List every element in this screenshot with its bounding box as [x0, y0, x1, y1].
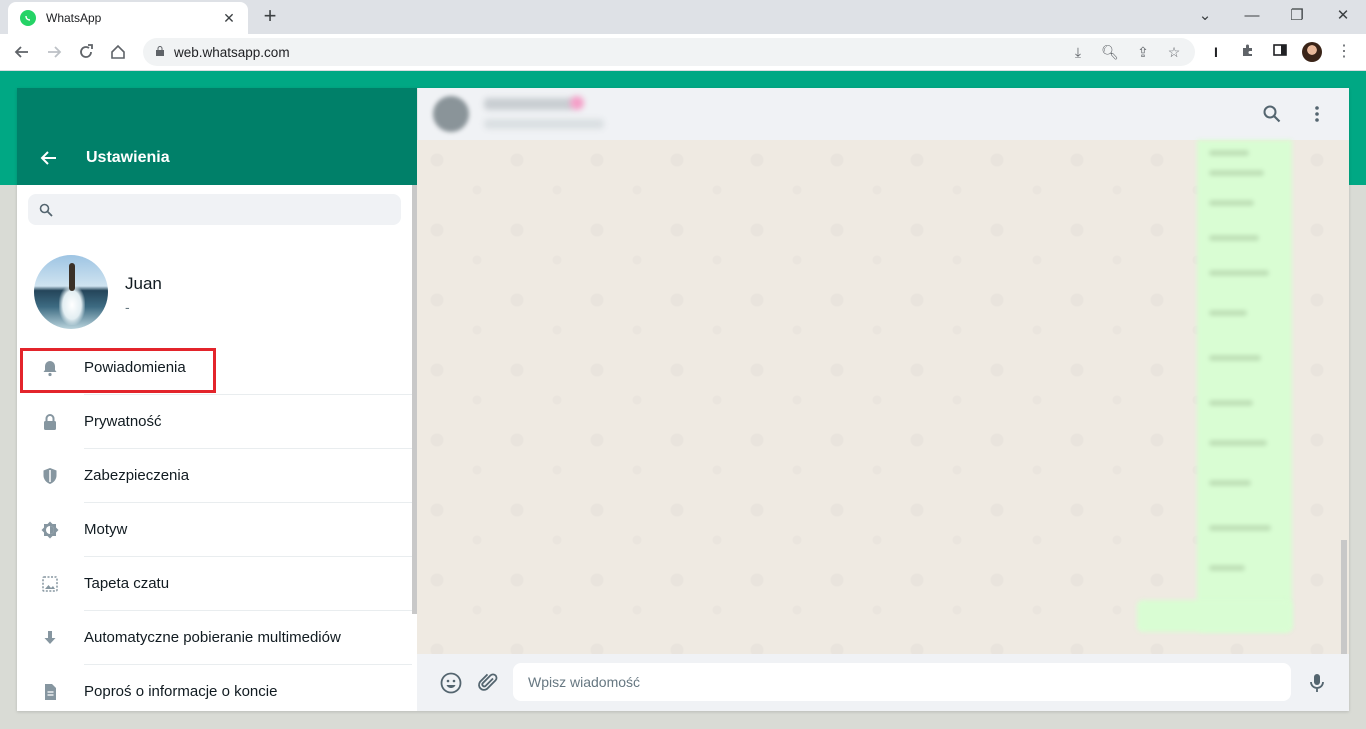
home-icon[interactable] — [106, 40, 130, 64]
reload-icon[interactable] — [74, 40, 98, 64]
back-icon[interactable] — [10, 40, 34, 64]
bookmark-star-icon[interactable]: ☆ — [1165, 43, 1183, 61]
profile-avatar[interactable] — [1302, 42, 1322, 62]
install-app-icon[interactable]: ⤓ — [1069, 43, 1087, 61]
document-icon — [45, 684, 56, 700]
whatsapp-app: Ustawienia Juan - Powiadomienia Prywatno… — [17, 88, 1349, 711]
browser-tab-bar: WhatsApp ✕ + ⌄ — ❐ ✕ — [0, 0, 1366, 34]
settings-item-privacy[interactable]: Prywatność — [17, 395, 412, 449]
settings-item-label: Tapeta czatu — [84, 575, 170, 592]
search-icon — [39, 203, 53, 217]
lock-icon — [44, 414, 56, 430]
settings-panel: Ustawienia Juan - Powiadomienia Prywatno… — [17, 88, 417, 711]
profile-name: Juan — [125, 274, 162, 293]
share-icon[interactable]: ⇪ — [1134, 43, 1152, 61]
address-bar[interactable]: web.whatsapp.com ⤓ 🔍︎ ⇪ ☆ — [143, 38, 1195, 66]
settings-item-account-info[interactable]: Poproś o informacje o koncie — [17, 665, 412, 711]
tab-title: WhatsApp — [46, 11, 102, 25]
theme-icon — [41, 521, 59, 539]
attach-icon[interactable] — [476, 671, 500, 695]
message-input[interactable] — [513, 663, 1291, 701]
settings-item-label: Motyw — [84, 521, 128, 538]
search-icon[interactable] — [1262, 104, 1282, 124]
lock-icon — [156, 46, 164, 56]
browser-tab-whatsapp[interactable]: WhatsApp ✕ — [8, 2, 248, 34]
contact-name-blurred — [484, 98, 574, 110]
extensions-puzzle-icon[interactable] — [1238, 42, 1258, 62]
settings-item-label: Zabezpieczenia — [84, 467, 190, 484]
restore-button[interactable]: ❐ — [1285, 5, 1309, 27]
zoom-icon[interactable]: 🔍︎ — [1101, 43, 1119, 61]
settings-item-wallpaper[interactable]: Tapeta czatu — [17, 557, 412, 611]
settings-title: Ustawienia — [86, 149, 170, 166]
contact-status-blurred — [484, 119, 604, 129]
close-window-button[interactable]: ✕ — [1331, 5, 1355, 27]
settings-item-media-download[interactable]: Automatyczne pobieranie multimediów — [17, 611, 412, 665]
browser-toolbar: web.whatsapp.com ⤓ 🔍︎ ⇪ ☆ I ⋮ — [0, 34, 1366, 71]
conversation-header[interactable] — [417, 88, 1349, 140]
heart-emoji-icon — [570, 96, 584, 110]
download-icon — [44, 631, 56, 644]
shield-icon — [43, 468, 57, 484]
back-arrow-icon[interactable] — [39, 148, 59, 168]
tab-close-icon[interactable]: ✕ — [220, 10, 238, 27]
settings-item-label: Poproś o informacje o koncie — [84, 683, 278, 700]
message-bubble-blurred — [1197, 140, 1292, 632]
menu-dots-icon[interactable] — [1307, 104, 1327, 124]
settings-header: Ustawienia — [17, 88, 417, 185]
settings-item-label: Automatyczne pobieranie multimediów — [84, 629, 341, 646]
chat-area — [417, 140, 1349, 705]
message-composer — [417, 654, 1349, 711]
settings-search[interactable] — [28, 194, 401, 225]
microphone-icon[interactable] — [1305, 671, 1329, 695]
extension-i-icon[interactable]: I — [1206, 42, 1226, 62]
wallpaper-icon — [42, 576, 58, 592]
tab-search-icon[interactable]: ⌄ — [1193, 5, 1217, 27]
message-bubble-blurred — [1137, 600, 1292, 632]
new-tab-button[interactable]: + — [260, 5, 280, 27]
contact-avatar[interactable] — [433, 96, 469, 132]
settings-item-label: Prywatność — [84, 413, 162, 430]
emoji-icon[interactable] — [439, 671, 463, 695]
settings-item-theme[interactable]: Motyw — [17, 503, 412, 557]
whatsapp-favicon-icon — [20, 10, 36, 26]
side-panel-icon[interactable] — [1270, 42, 1290, 62]
highlight-annotation-box — [20, 348, 216, 393]
profile-avatar-image[interactable] — [34, 255, 108, 329]
profile-card[interactable]: Juan - — [17, 248, 417, 338]
minimize-button[interactable]: — — [1240, 5, 1264, 27]
conversation-panel — [417, 88, 1349, 711]
settings-item-security[interactable]: Zabezpieczenia — [17, 449, 412, 503]
browser-menu-icon[interactable]: ⋮ — [1334, 42, 1354, 62]
url-text: web.whatsapp.com — [174, 45, 290, 60]
settings-search-input[interactable] — [64, 199, 384, 220]
forward-icon[interactable] — [42, 40, 66, 64]
profile-about: - — [125, 299, 130, 315]
